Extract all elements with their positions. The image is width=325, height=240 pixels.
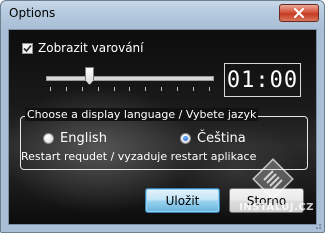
instaluj-logo-icon	[252, 158, 294, 200]
slider-track[interactable]	[46, 76, 214, 81]
title-bar[interactable]: Options	[1, 1, 324, 29]
close-button[interactable]	[279, 4, 319, 22]
close-icon	[294, 8, 304, 18]
language-group-title: Choose a display language / Vybete jazyk	[25, 108, 259, 121]
options-window: Options Zobrazit varování 01:00 Choose a…	[0, 0, 325, 233]
checkbox-box[interactable]	[22, 42, 33, 54]
slider-ticks	[50, 87, 210, 92]
radio-czech-label: Čeština	[197, 131, 246, 146]
save-button[interactable]: Uložit	[145, 188, 220, 213]
resize-grip-icon[interactable]	[312, 220, 322, 230]
slider-thumb[interactable]	[85, 67, 94, 85]
show-warning-label: Zobrazit varování	[38, 41, 144, 55]
time-display: 01:00	[224, 63, 301, 97]
watermark-text: INSTALUJ.CZ	[239, 202, 314, 213]
watermark: INSTALUJ.CZ	[234, 154, 314, 224]
window-title: Options	[9, 6, 56, 20]
radio-english[interactable]: English	[43, 131, 107, 146]
restart-note: Restart requdet / vyzaduje restart aplik…	[21, 150, 257, 163]
show-warning-checkbox[interactable]: Zobrazit varování	[22, 41, 143, 55]
radio-english-dot[interactable]	[43, 133, 54, 144]
options-panel: Zobrazit varování 01:00 Choose a display…	[8, 29, 317, 225]
volume-slider[interactable]	[46, 66, 214, 94]
radio-english-label: English	[60, 131, 107, 146]
radio-czech[interactable]: Čeština	[180, 131, 246, 146]
checkmark-icon	[23, 44, 32, 52]
radio-czech-dot[interactable]	[180, 133, 191, 144]
